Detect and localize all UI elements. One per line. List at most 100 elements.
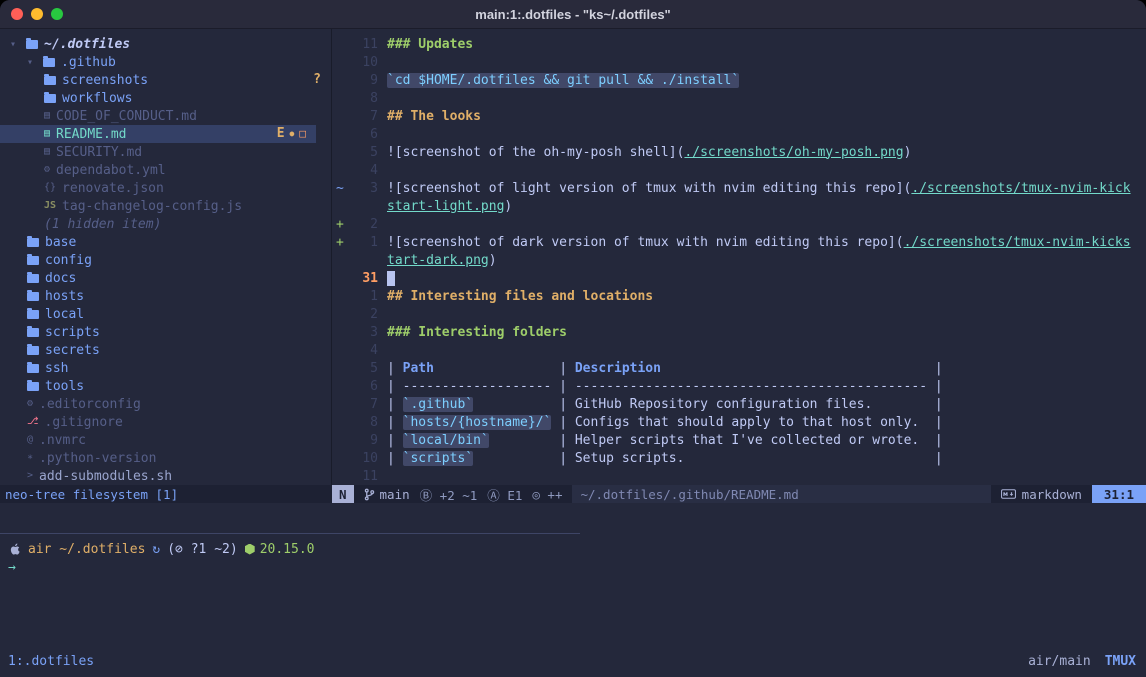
folder-icon — [27, 364, 39, 373]
editor-line[interactable]: 7## The looks — [332, 107, 1146, 125]
editor-line[interactable]: 11### Updates — [332, 35, 1146, 53]
tree-item-base[interactable]: base — [0, 233, 331, 251]
markdown-file-icon: ▤ — [44, 147, 50, 157]
editor-line[interactable]: 4 — [332, 161, 1146, 179]
tree-item-secrets[interactable]: secrets — [0, 341, 331, 359]
editor-line[interactable]: +2 — [332, 215, 1146, 233]
statusline-extra: ◎ ++ — [532, 487, 562, 502]
neotree-status-label: neo-tree filesystem [1] — [5, 487, 178, 502]
tree-item-screenshots[interactable]: screenshots? — [0, 71, 331, 89]
git-status-marks: ? — [313, 71, 331, 89]
editor-line[interactable]: 5![screenshot of the oh-my-posh shell](.… — [332, 143, 1146, 161]
line-text: ### Interesting folders — [387, 325, 567, 340]
line-text: ![screenshot of the oh-my-posh shell](./… — [387, 145, 911, 160]
shell-pane[interactable]: air ~/.dotfiles ↻ (⊘ ?1 ~2) 20.15.0 → — [0, 533, 1146, 651]
tree-item-label: ssh — [45, 361, 68, 376]
tree-item-label: local — [45, 307, 84, 322]
tree-item-label: dependabot.yml — [56, 163, 166, 178]
tree-item-docs[interactable]: docs — [0, 269, 331, 287]
file-path: ~/.dotfiles/.github/README.md — [572, 485, 990, 503]
editor-line[interactable]: 2 — [332, 305, 1146, 323]
apple-icon — [8, 542, 21, 556]
tree-item-nvmrc[interactable]: @.nvmrc — [0, 431, 331, 449]
tree-item-label: scripts — [45, 325, 100, 340]
line-number: 4 — [348, 343, 378, 358]
editor-line[interactable]: 8 | `hosts/{hostname}/` | Configs that sh… — [332, 413, 1146, 431]
tree-item-renovate-json[interactable]: {}renovate.json — [0, 179, 331, 197]
tree-item-tag-changelog-config-js[interactable]: JStag-changelog-config.js — [0, 197, 331, 215]
git-branch[interactable]: main — [364, 487, 410, 502]
tmux-window-name[interactable]: 1:.dotfiles — [8, 654, 94, 669]
editor-line[interactable]: 10 | `scripts` | Setup scripts. | — [332, 449, 1146, 467]
line-number: 8 — [348, 415, 378, 430]
line-text: | Path | Description | — [387, 361, 943, 376]
tree-item-add-submodules-sh[interactable]: >add-submodules.sh — [0, 467, 331, 485]
line-text: | `scripts` | Setup scripts. | — [387, 451, 943, 466]
tree-item-scripts[interactable]: scripts — [0, 323, 331, 341]
tree-item-ssh[interactable]: ssh — [0, 359, 331, 377]
editor-line[interactable]: ~3![screenshot of light version of tmux … — [332, 179, 1146, 197]
folder-icon — [27, 292, 39, 301]
status-mark: E — [277, 125, 285, 143]
folder-icon — [27, 274, 39, 283]
editor-line[interactable]: 11 — [332, 467, 1146, 485]
editor-buffer[interactable]: 11### Updates109`cd $HOME/.dotfiles && g… — [332, 29, 1146, 485]
editor-line[interactable]: start-light.png) — [332, 197, 1146, 215]
titlebar[interactable]: main:1:.dotfiles - "ks~/.dotfiles" — [0, 0, 1146, 29]
tree-item-code-of-conduct-md[interactable]: ▤CODE_OF_CONDUCT.md — [0, 107, 331, 125]
editor-line[interactable]: +1![screenshot of dark version of tmux w… — [332, 233, 1146, 251]
editor-line[interactable]: 8 — [332, 89, 1146, 107]
git-status-marks: E●□ — [277, 125, 316, 143]
shell-input-line[interactable]: → — [0, 558, 1146, 576]
editor-line[interactable]: 6| ------------------- | ---------------… — [332, 377, 1146, 395]
editor-line[interactable]: 10 — [332, 53, 1146, 71]
tree-item-workflows[interactable]: workflows — [0, 89, 331, 107]
neo-tree-sidebar[interactable]: ▾~/.dotfiles▾.githubscreenshots?workflow… — [0, 29, 331, 485]
tree-item-hosts[interactable]: hosts — [0, 287, 331, 305]
line-number: 3 — [348, 325, 378, 340]
branch-icon — [364, 488, 375, 501]
editor-line[interactable]: 9`cd $HOME/.dotfiles && git pull && ./in… — [332, 71, 1146, 89]
editor-line[interactable]: 3 ### Interesting folders — [332, 323, 1146, 341]
line-text: | `.github` | GitHub Repository configur… — [387, 397, 943, 412]
tree-item-python-version[interactable]: ∗.python-version — [0, 449, 331, 467]
editor-line[interactable]: 1## Interesting files and locations — [332, 287, 1146, 305]
tree-item-readme-md[interactable]: ▤README.mdE●□ — [0, 125, 316, 143]
tree-item-label: tools — [45, 379, 84, 394]
expander-icon[interactable]: ▾ — [10, 39, 20, 50]
tree-item-editorconfig[interactable]: ⚙.editorconfig — [0, 395, 331, 413]
folder-icon — [27, 256, 39, 265]
tree-item-dotfiles[interactable]: ▾~/.dotfiles — [0, 35, 331, 53]
tree-item-github[interactable]: ▾.github — [0, 53, 331, 71]
tmux-pane-border[interactable] — [0, 533, 580, 534]
tree-item-tools[interactable]: tools — [0, 377, 331, 395]
tree-item-label: config — [45, 253, 92, 268]
line-text: ### Updates — [387, 37, 473, 52]
folder-icon — [27, 328, 39, 337]
tree-item-1-hidden-item[interactable]: (1 hidden item) — [0, 215, 331, 233]
editor-line[interactable]: 9| `local/bin` | Helper scripts that I'v… — [332, 431, 1146, 449]
tree-item-local[interactable]: local — [0, 305, 331, 323]
tree-item-security-md[interactable]: ▤SECURITY.md — [0, 143, 331, 161]
tree-item-label: .gitignore — [45, 415, 123, 430]
neotree-statusline: neo-tree filesystem [1] — [0, 485, 332, 503]
tree-item-gitignore[interactable]: ⎇.gitignore — [0, 413, 331, 431]
tree-item-dependabot-yml[interactable]: ⚙dependabot.yml — [0, 161, 331, 179]
editor-line[interactable]: 7| `.github` | GitHub Repository configu… — [332, 395, 1146, 413]
editor-line[interactable]: 6 — [332, 125, 1146, 143]
line-number: 7 — [348, 109, 378, 124]
editor-line[interactable]: 4 — [332, 341, 1146, 359]
editor-line[interactable]: 5| Path | Description | — [332, 359, 1146, 377]
tmux-session-host: air/main — [1028, 654, 1091, 669]
expander-icon[interactable]: ▾ — [27, 57, 37, 68]
line-number: 9 — [348, 73, 378, 88]
editor-line[interactable]: 31 — [332, 269, 1146, 287]
line-number: 1 — [348, 289, 378, 304]
editor-line[interactable]: tart-dark.png) — [332, 251, 1146, 269]
statusline: neo-tree filesystem [1] N main Ⓑ +2 ~1 Ⓐ… — [0, 485, 1146, 503]
line-text: ![screenshot of light version of tmux wi… — [387, 181, 1131, 196]
folder-open-icon — [43, 58, 55, 67]
line-text: | `hosts/{hostname}/` | Configs that sho… — [387, 415, 943, 430]
line-number: 10 — [348, 451, 378, 466]
tree-item-config[interactable]: config — [0, 251, 331, 269]
